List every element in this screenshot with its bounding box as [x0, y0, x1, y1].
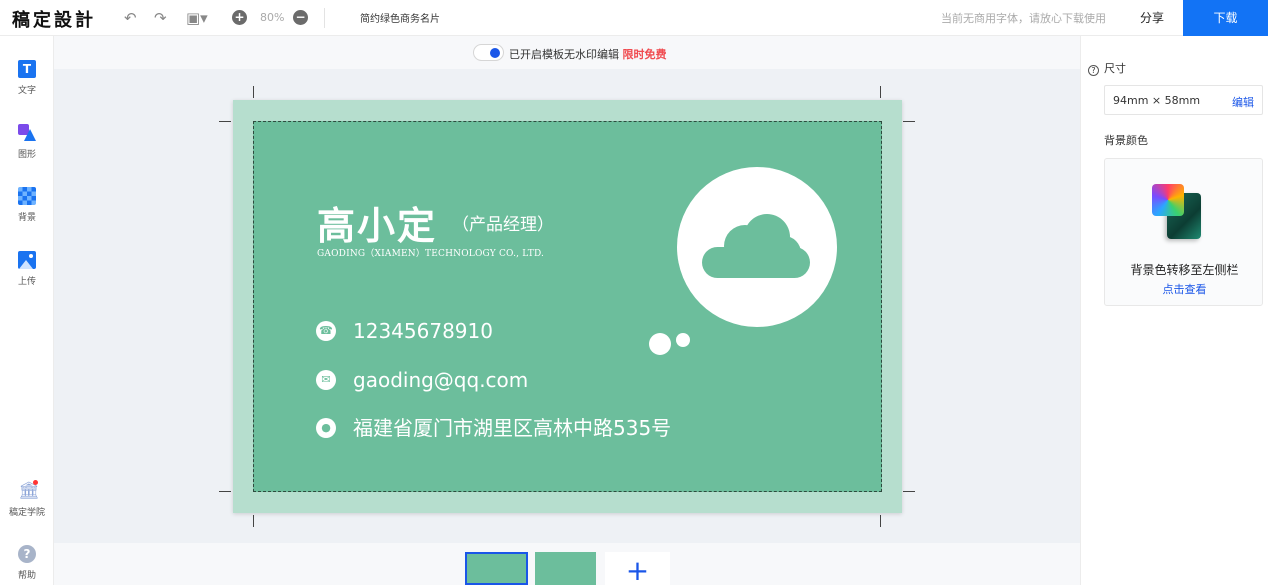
crop-mark — [219, 121, 231, 122]
left-sidebar: T 文字 图形 背景 上传 🏛 稿定学院 ? 帮助 — [0, 36, 54, 585]
sidebar-item-shape[interactable]: 图形 — [0, 124, 54, 160]
background-icon — [18, 187, 36, 205]
download-button[interactable]: 下载 — [1183, 0, 1268, 36]
location-icon: ● — [316, 418, 336, 438]
view-link[interactable]: 点击查看 — [1105, 281, 1264, 297]
crop-mark — [903, 121, 915, 122]
sidebar-item-background[interactable]: 背景 — [0, 187, 54, 223]
size-label: 尺寸 — [1104, 62, 1126, 75]
crop-mark — [219, 491, 231, 492]
background-color-label: 背景颜色 — [1104, 134, 1148, 147]
phone-icon: ☎ — [316, 321, 336, 341]
sidebar-item-label: 帮助 — [17, 571, 36, 581]
size-value: 94mm × 58mm — [1113, 94, 1201, 107]
academy-icon: 🏛 — [18, 480, 40, 501]
sidebar-item-label: 文字 — [17, 86, 36, 96]
crop-mark — [880, 515, 881, 527]
zoom-level[interactable]: 80% — [260, 9, 284, 27]
zoom-out-icon[interactable]: − — [293, 10, 308, 25]
card-safe-area: 高小定 （产品经理） GAODING（XIAMEN）TECHNOLOGY CO.… — [253, 121, 882, 492]
card-email[interactable]: gaoding@qq.com — [353, 368, 528, 392]
sidebar-item-academy[interactable]: 🏛 稿定学院 — [0, 480, 54, 518]
document-title[interactable]: 简约绿色商务名片 — [360, 10, 440, 25]
thought-dot-large — [649, 333, 671, 355]
sidebar-item-label: 图形 — [17, 150, 36, 160]
toolbar-divider — [324, 8, 325, 28]
zoom-in-icon[interactable]: + — [232, 10, 247, 25]
app-logo[interactable]: 稿定設計 — [12, 6, 96, 32]
card-address[interactable]: 福建省厦门市湖里区高林中路535号 — [353, 416, 671, 440]
help-icon: ? — [18, 545, 36, 563]
sidebar-item-label: 背景 — [17, 213, 36, 223]
crop-mark — [903, 491, 915, 492]
undo-icon[interactable]: ↶ — [124, 9, 137, 27]
save-icon[interactable]: ▣▾ — [186, 9, 212, 27]
upload-icon — [18, 251, 36, 269]
help-circle-icon[interactable]: ? — [1088, 65, 1099, 76]
crop-mark — [880, 86, 881, 98]
color-palette-icon — [1152, 184, 1184, 216]
page-thumbnail-back[interactable] — [535, 552, 596, 585]
add-page-button[interactable]: + — [605, 552, 670, 585]
thought-dot-small — [676, 333, 690, 347]
background-move-note: 背景色转移至左侧栏 — [1130, 263, 1239, 277]
email-icon: ✉ — [316, 370, 336, 390]
sidebar-item-label: 上传 — [17, 277, 36, 287]
shape-icon — [18, 124, 36, 142]
notice-label: 已开启模板无水印编辑 — [509, 48, 619, 61]
background-color-card[interactable]: 背景色转移至左侧栏 点击查看 — [1104, 158, 1263, 306]
watermark-toggle[interactable] — [473, 44, 504, 61]
sidebar-item-help[interactable]: ? 帮助 — [0, 545, 54, 581]
properties-panel: ? 尺寸 94mm × 58mm 编辑 背景颜色 背景色转移至左侧栏 点击查看 — [1080, 36, 1268, 585]
card-phone[interactable]: 12345678910 — [353, 319, 493, 343]
cloud-icon — [702, 214, 810, 278]
share-button[interactable]: 分享 — [1121, 0, 1183, 36]
cloud-bubble[interactable] — [677, 167, 837, 327]
size-edit-button[interactable]: 编辑 — [1232, 94, 1254, 110]
redo-icon[interactable]: ↷ — [154, 9, 167, 27]
card-name[interactable]: 高小定 — [317, 195, 437, 250]
free-highlight: 限时免费 — [622, 48, 667, 61]
size-heading: ? 尺寸 — [1088, 60, 1126, 76]
toggle-knob — [490, 48, 500, 58]
crop-mark — [253, 86, 254, 98]
notification-dot — [33, 480, 38, 485]
font-notice: 当前无商用字体，请放心下载使用 — [941, 12, 1106, 25]
page-thumbnail-front[interactable] — [465, 552, 528, 585]
sidebar-item-label: 稿定学院 — [8, 508, 45, 518]
card-company[interactable]: GAODING（XIAMEN）TECHNOLOGY CO., LTD. — [317, 246, 544, 259]
sidebar-item-upload[interactable]: 上传 — [0, 251, 54, 287]
card-role[interactable]: （产品经理） — [452, 210, 554, 235]
crop-mark — [253, 515, 254, 527]
sidebar-item-text[interactable]: T 文字 — [0, 60, 54, 96]
top-toolbar: 稿定設計 ↶ ↷ ▣▾ + 80% − 简约绿色商务名片 当前无商用字体，请放心… — [0, 0, 1268, 36]
text-icon: T — [18, 60, 36, 78]
size-field[interactable]: 94mm × 58mm 编辑 — [1104, 85, 1263, 115]
business-card-canvas[interactable]: 高小定 （产品经理） GAODING（XIAMEN）TECHNOLOGY CO.… — [233, 100, 902, 513]
notice-text: 已开启模板无水印编辑 限时免费 — [509, 46, 667, 62]
